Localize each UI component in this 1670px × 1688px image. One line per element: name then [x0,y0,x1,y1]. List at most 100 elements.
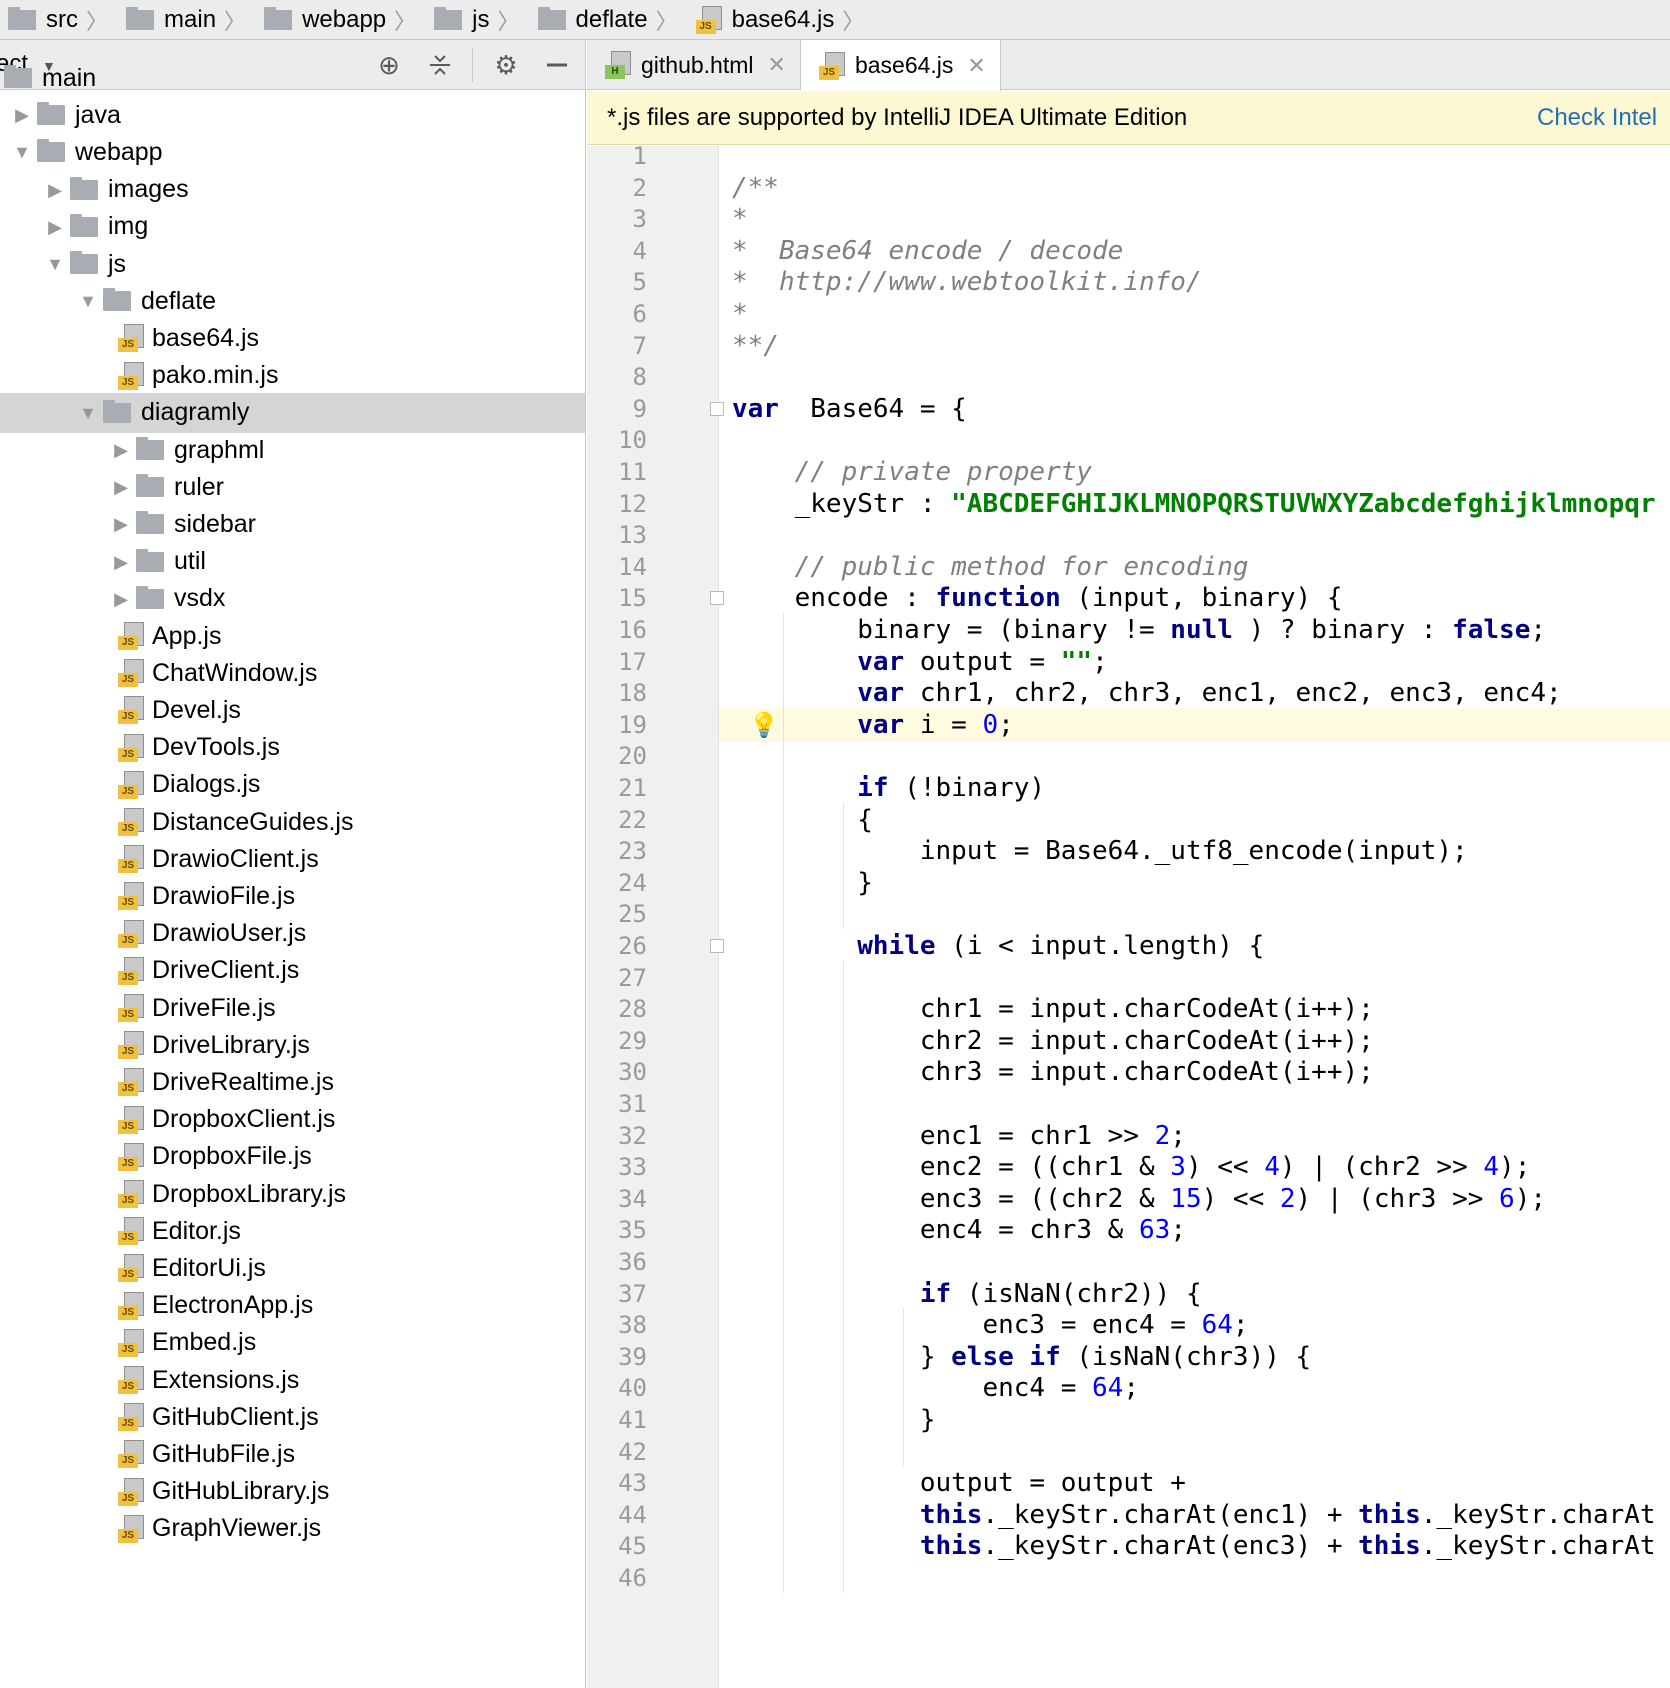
breadcrumb-item[interactable]: src 〉 [0,0,118,39]
tree-item-label: GitHubClient.js [152,1402,319,1431]
tree-item[interactable]: ▶ img [0,207,585,247]
tree-item[interactable]: JS DrawioFile.js [0,876,585,916]
tree-item[interactable]: JS pako.min.js [0,356,585,396]
tree-item[interactable]: JS GitHubClient.js [0,1397,585,1437]
keyword: var [857,646,905,677]
tree-item[interactable]: JS DriveLibrary.js [0,1025,585,1065]
comment: // private property [794,457,1093,487]
tree-item[interactable]: ▶ util [0,542,585,582]
number: 6 [1499,1183,1515,1214]
collapsed-arrow-icon[interactable]: ▶ [112,590,130,608]
tree-item[interactable]: ▶ images [0,170,585,210]
tree-item[interactable]: ▼ deflate [0,281,585,321]
js-file-icon: JS [118,733,144,762]
breadcrumb-label: base64.js [731,5,835,33]
code-editor[interactable]: 1 2 3 4 5 6 7 8 9 10 11 12 13 14 15 16 17 18 19 20 21 22 23 24 2… [587,146,1670,1688]
tree-item[interactable]: JS DropboxFile.js [0,1137,585,1177]
tree-item[interactable]: ▼ webapp [0,132,585,172]
folder-icon [70,213,98,237]
tab-base64-js[interactable]: JS base64.js ✕ [800,40,1001,91]
line-number: 24 [618,868,647,897]
tree-item[interactable]: ▶ graphml [0,430,585,470]
collapsed-arrow-icon[interactable]: ▶ [46,218,64,236]
code-line: enc3 = ((chr2 & 15) << 2) | (chr3 >> 6); [732,1182,1546,1216]
tree-item[interactable]: JS DriveClient.js [0,951,585,991]
close-icon[interactable]: ✕ [768,52,786,78]
tree-item[interactable]: JS Extensions.js [0,1360,585,1400]
tree-item[interactable]: JS DriveRealtime.js [0,1062,585,1102]
tab-github-html[interactable]: Hgithub.html ✕ [587,40,801,90]
breadcrumb-item[interactable]: JS base64.js 〉 [688,0,875,39]
expanded-arrow-icon[interactable]: ▼ [13,143,31,161]
js-file-icon: JS [118,1105,144,1134]
tree-item[interactable]: JS ElectronApp.js [0,1286,585,1326]
tree-item[interactable]: JS App.js [0,616,585,656]
fold-marker-icon[interactable] [710,401,724,416]
code-text: (!binary) [888,773,1046,803]
tree-item[interactable]: JS EditorUi.js [0,1248,585,1288]
close-icon[interactable]: ✕ [967,53,985,79]
tree-item[interactable]: ▶ java [0,95,585,135]
tree-item[interactable]: JS ChatWindow.js [0,653,585,693]
comment: /** [732,172,779,203]
tree-item-label: Dialogs.js [152,770,261,799]
breadcrumb-item[interactable]: js 〉 [426,0,529,39]
tree-item-label: java [75,100,121,129]
collapsed-arrow-icon[interactable]: ▶ [112,478,130,496]
code-line: } [732,1403,936,1437]
expanded-arrow-icon[interactable]: ▼ [79,292,97,310]
collapsed-arrow-icon[interactable]: ▶ [46,181,64,199]
tree-item[interactable]: JS Editor.js [0,1211,585,1251]
tree-item[interactable]: JS GitHubLibrary.js [0,1472,585,1512]
keyword: false [1452,615,1531,645]
expanded-arrow-icon[interactable]: ▼ [79,404,97,422]
breadcrumb-item[interactable]: deflate 〉 [530,0,688,39]
collapsed-arrow-icon[interactable]: ▶ [112,441,130,459]
code-text: (isNaN(chr2)) { [951,1278,1202,1309]
tree-item[interactable]: ▶ sidebar [0,504,585,544]
breadcrumb-item[interactable]: webapp 〉 [256,0,426,39]
line-number: 23 [618,837,647,866]
tree-item[interactable]: main [0,58,585,98]
collapsed-arrow-icon[interactable]: ▶ [13,106,31,124]
tree-item[interactable]: ▼ js [0,244,585,284]
line-number: 41 [618,1406,647,1434]
tree-item[interactable]: JS Devel.js [0,690,585,730]
tree-item[interactable]: JS base64.js [0,318,585,358]
tree-item[interactable]: JS DropboxClient.js [0,1100,585,1140]
collapsed-arrow-icon[interactable]: ▶ [112,515,130,533]
tree-item[interactable]: JS DrawioUser.js [0,914,585,954]
tree-item[interactable]: ▶ vsdx [0,579,585,619]
expanded-arrow-icon[interactable]: ▼ [46,255,64,273]
js-file-icon: JS [118,845,144,874]
fold-marker-icon[interactable] [710,591,724,606]
tree-item[interactable]: JS DriveFile.js [0,988,585,1028]
tree-item[interactable]: ▼ diagramly [0,392,585,433]
indent-guide [843,802,844,929]
code-text: ); [1499,1152,1531,1183]
lightbulb-icon[interactable]: 💡 [749,711,779,739]
tree-item[interactable]: JS Dialogs.js [0,765,585,805]
code-line: if (isNaN(chr2)) { [732,1277,1202,1311]
fold-marker-icon[interactable] [710,939,724,953]
tree-item[interactable]: JS Embed.js [0,1323,585,1363]
banner-link[interactable]: Check Intel [1537,104,1657,132]
collapsed-arrow-icon[interactable]: ▶ [112,553,130,571]
tree-item-label: GitHubFile.js [152,1439,296,1468]
tree-item[interactable]: JS DrawioClient.js [0,839,585,879]
line-number: 20 [618,742,647,771]
js-file-icon: JS [118,1477,144,1506]
keyword: else if [951,1341,1061,1372]
tree-item[interactable]: JS GraphViewer.js [0,1509,585,1549]
tree-item-label: img [108,212,149,241]
tree-item[interactable]: ▶ ruler [0,467,585,507]
tree-item[interactable]: JS DropboxLibrary.js [0,1174,585,1214]
tree-item[interactable]: JS DevTools.js [0,728,585,768]
breadcrumb-item[interactable]: main 〉 [118,0,256,39]
js-file-icon: JS [118,770,144,799]
number: 64 [1092,1373,1124,1404]
tree-item[interactable]: JS GitHubFile.js [0,1434,585,1474]
line-number: 38 [618,1311,647,1340]
tree-item[interactable]: JS DistanceGuides.js [0,802,585,842]
